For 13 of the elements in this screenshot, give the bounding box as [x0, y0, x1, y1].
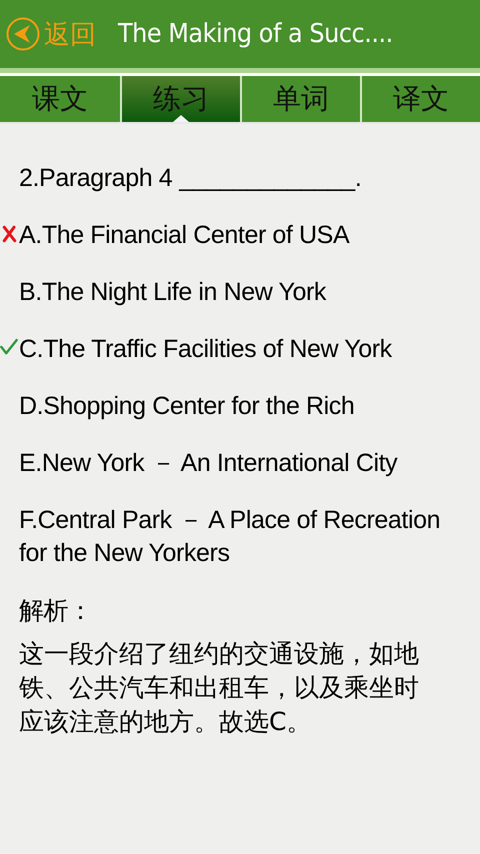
- answer-blank: _____________: [179, 164, 355, 193]
- answer-option[interactable]: F.Central Park － A Place of Recreation for the New Yorkers: [19, 504, 462, 570]
- analysis-label: 解析：: [19, 595, 94, 627]
- answer-option[interactable]: D.Shopping Center for the Rich: [19, 390, 462, 423]
- question-period: .: [354, 164, 362, 193]
- answer-option[interactable]: B.The Night Life in New York: [19, 276, 462, 309]
- analysis-text: 这一段介绍了纽约的交通设施，如地铁、公共汽车和出租车，以及乘坐时应该注意的地方。故选C。: [19, 638, 420, 738]
- page-title: The Making of a Succ....: [118, 19, 393, 49]
- answer-option[interactable]: A.The Financial Center of USA: [19, 219, 462, 252]
- answer-option[interactable]: E.New York － An International City: [19, 447, 462, 480]
- answer-option[interactable]: C.The Traffic Facilities of New York: [19, 333, 462, 366]
- question-text: 2.Paragraph 4: [19, 164, 172, 193]
- back-icon: [6, 17, 40, 51]
